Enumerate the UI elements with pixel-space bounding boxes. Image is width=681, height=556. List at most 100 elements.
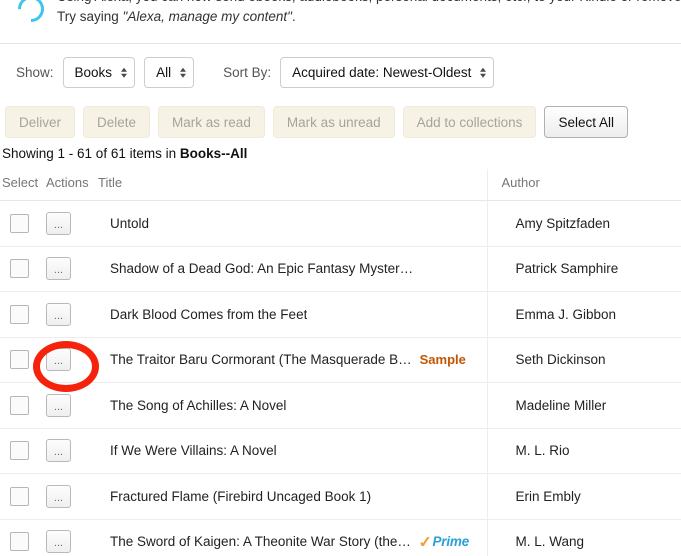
row-author-text: Emma J. Gibbon (515, 306, 617, 322)
chevron-updown-icon (121, 67, 128, 78)
showing-count-text: Showing 1 - 61 of 61 items in Books--All (0, 143, 681, 169)
row-title-cell: Shadow of a Dead God: An Epic Fantasy My… (98, 246, 487, 292)
row-actions-cell: ... (46, 519, 98, 556)
row-select-cell (0, 337, 46, 383)
row-title-text: Untold (110, 215, 150, 231)
row-title-cell: The Traitor Baru Cormorant (The Masquera… (98, 337, 487, 383)
column-header-actions: Actions (46, 169, 98, 201)
table-row: ... Shadow of a Dead God: An Epic Fantasy… (0, 246, 681, 292)
actions-dots-button[interactable]: ... (46, 484, 71, 508)
row-checkbox[interactable] (10, 304, 29, 324)
row-select-cell (0, 382, 46, 429)
table-header-row: Select Actions Title Author (0, 169, 681, 201)
row-checkbox[interactable] (10, 395, 29, 415)
content-type-select[interactable]: Books (62, 57, 136, 88)
row-actions-cell: ... (46, 473, 98, 520)
row-title-text: If We Were Villains: A Novel (110, 443, 277, 459)
alexa-logo-icon (12, 0, 50, 28)
row-checkbox[interactable] (10, 213, 29, 233)
row-title-text: The Sword of Kaigen: A Theonite War Stor… (110, 534, 411, 550)
alexa-banner-line1: Using Alexa, you can now send ebooks, au… (57, 0, 681, 4)
scope-select-value: All (156, 65, 172, 80)
row-title-cell: Untold (98, 200, 487, 247)
row-title-text: Dark Blood Comes from the Feet (110, 306, 308, 322)
row-author-cell: M. L. Rio (486, 428, 681, 474)
manage-content-page: Using Alexa, you can now send ebooks, au… (0, 0, 681, 556)
alexa-banner-line2-prefix: Try saying (57, 9, 123, 24)
row-title-cell: The Song of Achilles: A Novel (98, 382, 487, 429)
add-to-collections-button[interactable]: Add to collections (402, 106, 537, 138)
mark-as-unread-button[interactable]: Mark as unread (272, 106, 395, 138)
row-author-text: Amy Spitzfaden (515, 215, 611, 231)
actions-dots-button[interactable]: ... (46, 348, 71, 372)
showing-prefix: Showing 1 - 61 of 61 items in (2, 146, 180, 161)
row-select-cell (0, 291, 46, 338)
row-checkbox[interactable] (10, 532, 29, 552)
row-author-cell: Erin Embly (486, 473, 681, 520)
row-author-cell: Seth Dickinson (486, 337, 681, 383)
row-author-cell: Emma J. Gibbon (486, 291, 681, 338)
filter-bar: Show: Books All Sort By: Acquired date: … (0, 44, 681, 101)
row-title-text: Fractured Flame (Firebird Uncaged Book 1… (110, 488, 372, 504)
row-author-cell: Amy Spitzfaden (486, 200, 681, 247)
row-actions-cell: ... (46, 246, 98, 292)
mark-as-read-button[interactable]: Mark as read (158, 106, 265, 138)
delete-button[interactable]: Delete (83, 106, 151, 138)
actions-dots-button[interactable]: ... (46, 257, 71, 281)
show-label: Show: (16, 65, 54, 80)
column-header-author[interactable]: Author (486, 169, 681, 201)
sort-by-label: Sort By: (223, 65, 272, 80)
row-title-text: Shadow of a Dead God: An Epic Fantasy My… (110, 261, 414, 277)
row-author-cell: Patrick Samphire (486, 246, 681, 292)
table-row: ... Dark Blood Comes from the Feet Emma J.… (0, 291, 681, 338)
chevron-updown-icon (180, 67, 187, 78)
row-checkbox[interactable] (10, 259, 29, 279)
row-author-cell: M. L. Wang (486, 519, 681, 556)
table-row: ... Fractured Flame (Firebird Uncaged Boo… (0, 473, 681, 520)
showing-scope: Books--All (179, 146, 248, 161)
actions-dots-button[interactable]: ... (46, 211, 71, 235)
row-actions-cell: ... (46, 200, 98, 247)
row-actions-cell: ... (46, 337, 98, 383)
scope-select[interactable]: All (144, 57, 195, 88)
actions-dots-button[interactable]: ... (46, 302, 71, 326)
sort-select-value: Acquired date: Newest-Oldest (292, 65, 472, 80)
content-type-select-value: Books (74, 65, 113, 80)
alexa-promo-banner: Using Alexa, you can now send ebooks, au… (0, 0, 681, 44)
column-header-select: Select (0, 169, 46, 201)
row-select-cell (0, 519, 46, 556)
deliver-button[interactable]: Deliver (5, 106, 76, 138)
row-author-text: Patrick Samphire (515, 261, 619, 277)
table-row: ... The Traitor Baru Cormorant (The Masqu… (0, 337, 681, 383)
content-table-header: Select Actions Title Author (0, 169, 681, 201)
select-all-button[interactable]: Select All (544, 106, 628, 138)
row-author-text: Erin Embly (515, 488, 581, 504)
alexa-banner-line2-quote: "Alexa, manage my content" (122, 9, 292, 24)
alexa-banner-line2-suffix: . (291, 9, 296, 24)
row-actions-cell: ... (46, 291, 98, 338)
sort-select[interactable]: Acquired date: Newest-Oldest (280, 57, 495, 88)
row-author-cell: Madeline Miller (486, 382, 681, 429)
row-author-text: M. L. Rio (515, 443, 570, 459)
row-checkbox[interactable] (10, 350, 29, 370)
row-title-text: The Song of Achilles: A Novel (110, 397, 287, 413)
actions-dots-button[interactable]: ... (46, 393, 71, 417)
row-actions-cell: ... (46, 428, 98, 474)
actions-dots-button[interactable]: ... (46, 439, 71, 463)
prime-badge-text: Prime (432, 534, 470, 550)
table-row: ... Untold Amy Spitzfaden (0, 200, 681, 247)
prime-badge: ✓ Prime (417, 533, 470, 551)
actions-dots-button[interactable]: ... (46, 530, 71, 554)
column-header-title[interactable]: Title (98, 169, 487, 201)
row-select-cell (0, 473, 46, 520)
row-author-text: M. L. Wang (515, 534, 585, 550)
alexa-banner-text: Using Alexa, you can now send ebooks, au… (57, 0, 681, 27)
row-title-cell: The Sword of Kaigen: A Theonite War Stor… (98, 519, 487, 556)
row-checkbox[interactable] (10, 486, 29, 506)
action-button-bar: Deliver Delete Mark as read Mark as unre… (0, 101, 681, 143)
chevron-updown-icon (480, 67, 487, 78)
row-select-cell (0, 246, 46, 292)
row-actions-cell: ... (46, 382, 98, 429)
row-title-cell: Dark Blood Comes from the Feet (98, 291, 487, 338)
row-checkbox[interactable] (10, 441, 29, 461)
